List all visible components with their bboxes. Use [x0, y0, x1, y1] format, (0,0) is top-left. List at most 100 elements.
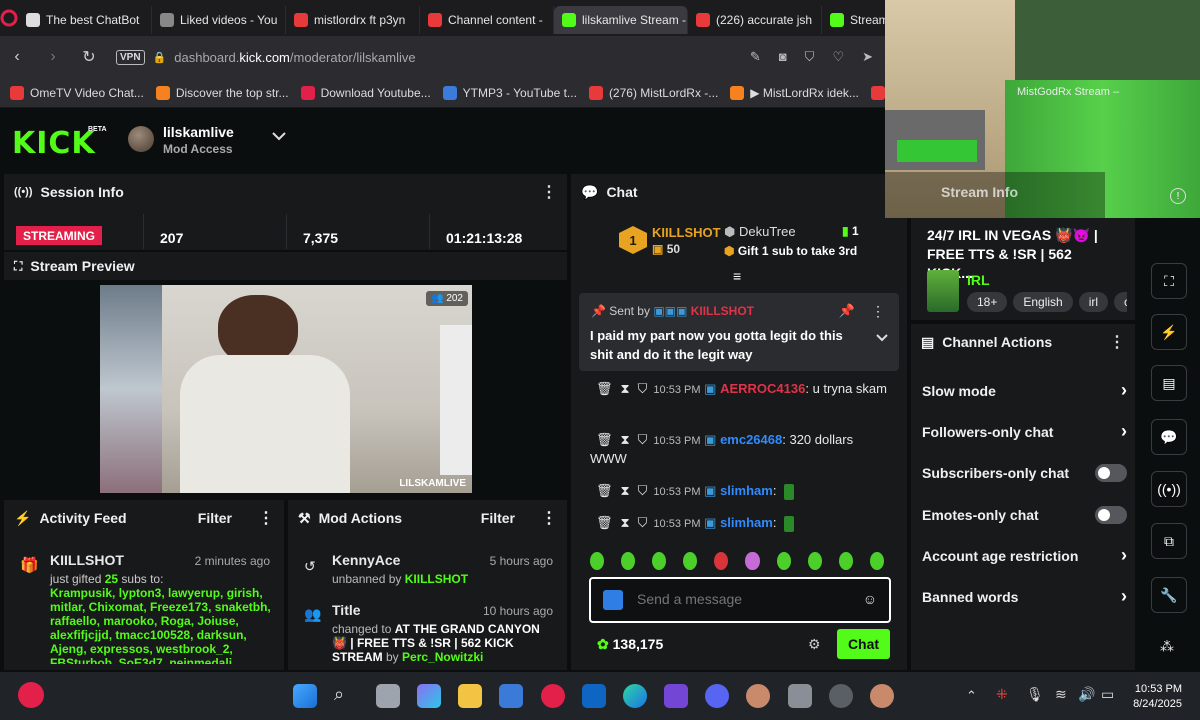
avatar[interactable]: [128, 126, 154, 152]
kick-logo[interactable]: KICK: [12, 126, 96, 161]
layout-icon[interactable]: ⧉: [1151, 523, 1187, 559]
message-user[interactable]: slimham: [720, 515, 773, 530]
channel-action-emotes-only-chat[interactable]: Emotes-only chat: [922, 494, 1127, 535]
channel-action-account-age-restriction[interactable]: Account age restriction ›: [922, 535, 1127, 576]
media-icon[interactable]: [664, 684, 688, 708]
microphone-icon[interactable]: 🎙: [1026, 686, 1044, 703]
wifi-icon[interactable]: ≋: [1055, 686, 1067, 703]
ban-icon[interactable]: ⛉: [638, 515, 648, 530]
mod-action-user[interactable]: KennyAce: [332, 552, 400, 568]
emote-icon[interactable]: [776, 552, 791, 570]
broadcast-icon[interactable]: ((•)): [1151, 471, 1187, 507]
app-icon[interactable]: [746, 684, 770, 708]
wrench-icon[interactable]: 🔧: [1151, 577, 1187, 613]
chevron-up-icon[interactable]: ⌃: [966, 688, 977, 704]
mod-filter-button[interactable]: Filter: [481, 510, 515, 526]
chat-message[interactable]: 🗑 ⧗ ⛉ 10:53 PM ▣ slimham:: [590, 482, 890, 501]
chat-bubble-icon[interactable]: 💬: [1151, 419, 1187, 455]
browser-tab[interactable]: The best ChatBot: [18, 6, 152, 34]
task-view-icon[interactable]: [376, 684, 400, 708]
stream-tag[interactable]: cl: [1114, 292, 1127, 312]
channel-action-subscribers-only-chat[interactable]: Subscribers-only chat: [922, 452, 1127, 493]
stream-video[interactable]: 👥 202 LILSKAMLIVE: [100, 285, 472, 493]
timeout-icon[interactable]: ⧗: [621, 483, 630, 498]
emote-icon[interactable]: [590, 552, 605, 570]
activity-filter-button[interactable]: Filter: [198, 510, 232, 526]
clock[interactable]: 10:53 PM 8/24/2025: [1133, 682, 1182, 712]
message-user[interactable]: slimham: [720, 483, 773, 498]
bookmark-item[interactable]: OmeTV Video Chat...: [10, 85, 144, 100]
stream-tag[interactable]: English: [1013, 292, 1073, 312]
channel-action-followers-only-chat[interactable]: Followers-only chat ›: [922, 411, 1127, 452]
document-icon[interactable]: ▤: [1151, 365, 1187, 401]
tray-icon[interactable]: ⁜: [996, 686, 1008, 703]
bookmark-item[interactable]: ▶ MistLordRx idek...: [730, 85, 859, 100]
bookmark-item[interactable]: (276) MistLordRx -...: [588, 85, 718, 100]
copilot-icon[interactable]: [417, 684, 441, 708]
browser-tab[interactable]: mistlordrx ft p3yn: [286, 6, 420, 34]
battery-icon[interactable]: ▭: [1101, 686, 1114, 703]
emote-icon[interactable]: [621, 552, 636, 570]
mod-action-by[interactable]: KIILLSHOT: [405, 572, 468, 586]
second-place[interactable]: ⬢ DekuTree: [724, 224, 796, 240]
discord-icon[interactable]: [705, 684, 729, 708]
delete-icon[interactable]: 🗑: [596, 381, 613, 396]
category-thumbnail[interactable]: [927, 270, 959, 312]
emote-icon[interactable]: [838, 552, 853, 570]
edge-icon[interactable]: [623, 684, 647, 708]
emote-icon[interactable]: [683, 552, 698, 570]
edit-icon[interactable]: ✎: [750, 49, 761, 65]
leader-name[interactable]: KIILLSHOT: [652, 225, 721, 240]
emote-icon[interactable]: [714, 552, 729, 570]
opera-icon[interactable]: [0, 0, 18, 36]
bookmark-item[interactable]: Discover the top str...: [155, 85, 289, 100]
timeout-icon[interactable]: ⧗: [621, 432, 630, 447]
more-options-icon[interactable]: ⋮: [541, 182, 557, 202]
delete-icon[interactable]: 🗑: [596, 483, 613, 498]
forward-icon[interactable]: ›: [44, 48, 62, 66]
ban-icon[interactable]: ⛉: [638, 432, 648, 447]
chevron-down-icon[interactable]: [271, 130, 287, 142]
volume-icon[interactable]: 🔊: [1078, 686, 1095, 703]
file-explorer-icon[interactable]: [458, 684, 482, 708]
outlook-icon[interactable]: [582, 684, 606, 708]
expand-leaderboard-icon[interactable]: ≡: [733, 268, 741, 284]
vpn-badge[interactable]: VPN: [116, 49, 145, 65]
pin-icon[interactable]: 📌: [839, 303, 855, 319]
info-icon[interactable]: !: [1170, 188, 1186, 204]
heart-icon[interactable]: ♡: [832, 49, 844, 65]
delete-icon[interactable]: 🗑: [596, 432, 613, 447]
browser-tab[interactable]: Channel content -: [420, 6, 554, 34]
more-options-icon[interactable]: ⋮: [541, 508, 557, 528]
timeout-icon[interactable]: ⧗: [621, 515, 630, 530]
obs-icon[interactable]: [829, 684, 853, 708]
reload-icon[interactable]: ↻: [80, 48, 98, 66]
camera-icon[interactable]: [788, 684, 812, 708]
chevron-down-icon[interactable]: [875, 333, 889, 343]
extensions-icon[interactable]: ⁂: [1160, 638, 1174, 655]
bookmark-item[interactable]: Download Youtube...: [300, 85, 431, 100]
toggle-switch[interactable]: [1095, 463, 1127, 482]
chat-message[interactable]: 🗑 ⧗ ⛉ 10:53 PM ▣ AERROC4136: u tryna skam: [590, 380, 890, 399]
emote-icon[interactable]: [807, 552, 822, 570]
start-icon[interactable]: [293, 684, 317, 708]
shield-icon[interactable]: ⛉: [805, 49, 815, 65]
emote-icon[interactable]: [869, 552, 884, 570]
more-options-icon[interactable]: ⋮: [871, 303, 885, 320]
gear-icon[interactable]: ⚙: [808, 636, 821, 653]
browser-tab[interactable]: Liked videos - You: [152, 6, 286, 34]
chat-message[interactable]: 🗑 ⧗ ⛉ 10:53 PM ▣ slimham:: [590, 514, 890, 533]
back-icon[interactable]: ‹: [8, 48, 26, 66]
opera-taskbar-icon[interactable]: [541, 684, 565, 708]
emoji-icon[interactable]: ☺: [863, 591, 877, 607]
message-user[interactable]: emc26468: [720, 432, 782, 447]
more-options-icon[interactable]: ⋮: [1109, 332, 1125, 352]
bookmark-item[interactable]: YTMP3 - YouTube t...: [442, 85, 577, 100]
lightning-icon[interactable]: ⚡: [1151, 314, 1187, 350]
category-name[interactable]: IRL: [967, 272, 990, 288]
send-chat-button[interactable]: Chat: [837, 629, 890, 659]
chat-input-box[interactable]: ☺: [589, 577, 891, 623]
camera-icon[interactable]: ◙: [779, 49, 787, 65]
chat-message[interactable]: 🗑 ⧗ ⛉ 10:53 PM ▣ emc26468: 320 dollars WWW: [590, 431, 890, 468]
search-icon[interactable]: ⌕: [334, 684, 358, 708]
